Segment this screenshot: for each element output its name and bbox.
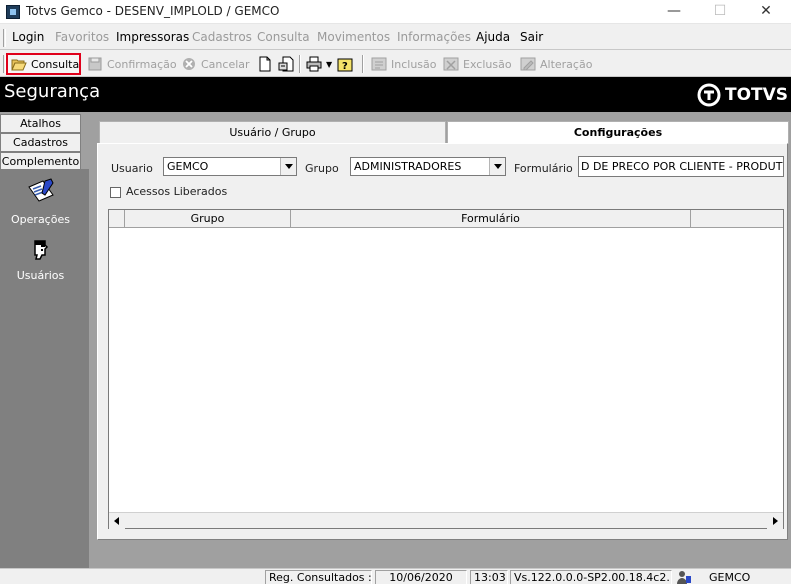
- arrow-left-icon: [114, 517, 119, 525]
- confirmacao-button[interactable]: Confirmação: [84, 53, 177, 75]
- svg-text:?: ?: [342, 61, 348, 72]
- menu-favoritos[interactable]: Favoritos: [55, 30, 109, 44]
- sidebar-item-operacoes[interactable]: Operações: [0, 177, 81, 226]
- consulta-label: Consulta: [31, 57, 80, 71]
- sidebar-tab-cadastros[interactable]: Cadastros: [0, 133, 81, 152]
- menu-consulta[interactable]: Consulta: [257, 30, 310, 44]
- delete-record-icon: [443, 56, 459, 72]
- grupo-select[interactable]: ADMINISTRADORES: [350, 157, 506, 176]
- sidebar-tab-atalhos[interactable]: Atalhos: [0, 114, 81, 133]
- grupo-value: ADMINISTRADORES: [354, 160, 462, 173]
- status-user: GEMCO: [709, 571, 751, 584]
- menu-login[interactable]: Login: [12, 30, 44, 44]
- sidebar-item-usuarios[interactable]: Usuários: [0, 237, 81, 282]
- exclusao-label: Exclusão: [463, 57, 512, 71]
- formulario-label: Formulário: [514, 162, 573, 175]
- alteracao-button[interactable]: Alteração: [517, 53, 593, 75]
- grid-header-indicator: [109, 210, 125, 228]
- usuario-select[interactable]: GEMCO: [163, 157, 297, 176]
- acessos-liberados-label: Acessos Liberados: [126, 185, 228, 198]
- open-folder-icon: [11, 56, 27, 72]
- users-icon: [25, 237, 57, 265]
- status-date: 10/06/2020: [375, 570, 467, 584]
- usuario-label: Usuario: [111, 162, 153, 175]
- totvs-logo-icon: [697, 83, 721, 107]
- title-bar: Totvs Gemco - DESENV_IMPLOLD / GEMCO — ☐…: [0, 0, 791, 24]
- cancelar-label: Cancelar: [201, 57, 250, 71]
- edit-record-icon: [520, 56, 536, 72]
- menu-grip: [3, 29, 6, 47]
- printer-icon: [306, 56, 322, 72]
- export-document-button[interactable]: [275, 53, 297, 75]
- toolbar: Consulta Confirmação Cancelar ▼ ? Inclus…: [0, 51, 791, 77]
- sidebar-item-label: Operações: [11, 213, 70, 226]
- close-button[interactable]: ✕: [743, 0, 789, 24]
- menu-impressoras[interactable]: Impressoras: [116, 30, 189, 44]
- help-button[interactable]: ?: [334, 53, 354, 75]
- scroll-left-button[interactable]: [109, 513, 125, 529]
- confirmacao-label: Confirmação: [107, 57, 177, 71]
- status-version: Vs.122.0.0.0-SP2.00.18.4c2.107: [510, 570, 672, 584]
- document-icon: [257, 56, 273, 72]
- status-reg-consultados: Reg. Consultados : 4: [265, 570, 372, 584]
- logo-text: TOTVS: [725, 85, 789, 105]
- app-icon: [6, 5, 20, 19]
- scroll-right-button[interactable]: [767, 513, 783, 529]
- sidebar-item-label: Usuários: [16, 269, 65, 282]
- usuario-value: GEMCO: [167, 160, 209, 173]
- save-icon: [87, 56, 103, 72]
- alteracao-label: Alteração: [540, 57, 593, 71]
- formulario-field[interactable]: D DE PRECO POR CLIENTE - PRODUTO: [578, 156, 784, 177]
- menu-ajuda[interactable]: Ajuda: [476, 30, 510, 44]
- toolbar-separator: [362, 55, 364, 73]
- grid-header-formulario[interactable]: Formulário: [291, 210, 691, 228]
- operations-icon: [25, 177, 57, 209]
- consulta-button[interactable]: Consulta: [6, 53, 81, 75]
- add-record-icon: [371, 56, 387, 72]
- grid-header-grupo[interactable]: Grupo: [125, 210, 291, 228]
- new-document-button[interactable]: [254, 53, 274, 75]
- document-export-icon: [278, 56, 294, 72]
- minimize-button[interactable]: —: [651, 0, 697, 24]
- menu-bar: Login Favoritos Impressoras Cadastros Co…: [0, 26, 791, 50]
- print-button[interactable]: ▼: [303, 53, 333, 75]
- cancel-icon: [181, 56, 197, 72]
- exclusao-button[interactable]: Exclusão: [440, 53, 512, 75]
- permissions-grid[interactable]: Grupo Formulário: [108, 209, 784, 529]
- menu-informacoes[interactable]: Informações: [397, 30, 471, 44]
- toolbar-separator: [299, 55, 301, 73]
- module-header: Segurança TOTVS: [0, 77, 791, 112]
- tab-usuario-grupo[interactable]: Usuário / Grupo: [99, 121, 446, 144]
- cancelar-button[interactable]: Cancelar: [178, 53, 250, 75]
- module-title: Segurança: [4, 81, 101, 102]
- horizontal-scrollbar[interactable]: [109, 512, 783, 529]
- inclusao-button[interactable]: Inclusão: [368, 53, 437, 75]
- user-icon: [676, 570, 692, 584]
- chevron-down-icon[interactable]: [280, 158, 296, 175]
- menu-movimentos[interactable]: Movimentos: [317, 30, 390, 44]
- inclusao-label: Inclusão: [391, 57, 437, 71]
- acessos-liberados-checkbox[interactable]: [110, 187, 121, 198]
- sidebar: Atalhos Cadastros Complemento Operações: [0, 112, 89, 568]
- totvs-logo: TOTVS: [697, 83, 788, 107]
- maximize-button[interactable]: ☐: [697, 0, 743, 24]
- grupo-label: Grupo: [305, 162, 339, 175]
- grid-header-extra: [691, 210, 783, 228]
- arrow-right-icon: [773, 517, 778, 525]
- tab-configuracoes[interactable]: Configurações: [447, 121, 789, 144]
- window-title: Totvs Gemco - DESENV_IMPLOLD / GEMCO: [26, 4, 280, 18]
- help-icon: ?: [337, 56, 353, 72]
- status-time: 13:03: [470, 570, 508, 584]
- status-bar: Reg. Consultados : 4 10/06/2020 13:03 Vs…: [0, 568, 791, 584]
- menu-sair[interactable]: Sair: [520, 30, 543, 44]
- menu-cadastros[interactable]: Cadastros: [192, 30, 252, 44]
- chevron-down-icon[interactable]: [489, 158, 505, 175]
- formulario-value: D DE PRECO POR CLIENTE - PRODUTO: [581, 160, 784, 173]
- sidebar-panel: Operações Usuários: [0, 169, 89, 568]
- print-dropdown-icon: ▼: [326, 59, 333, 69]
